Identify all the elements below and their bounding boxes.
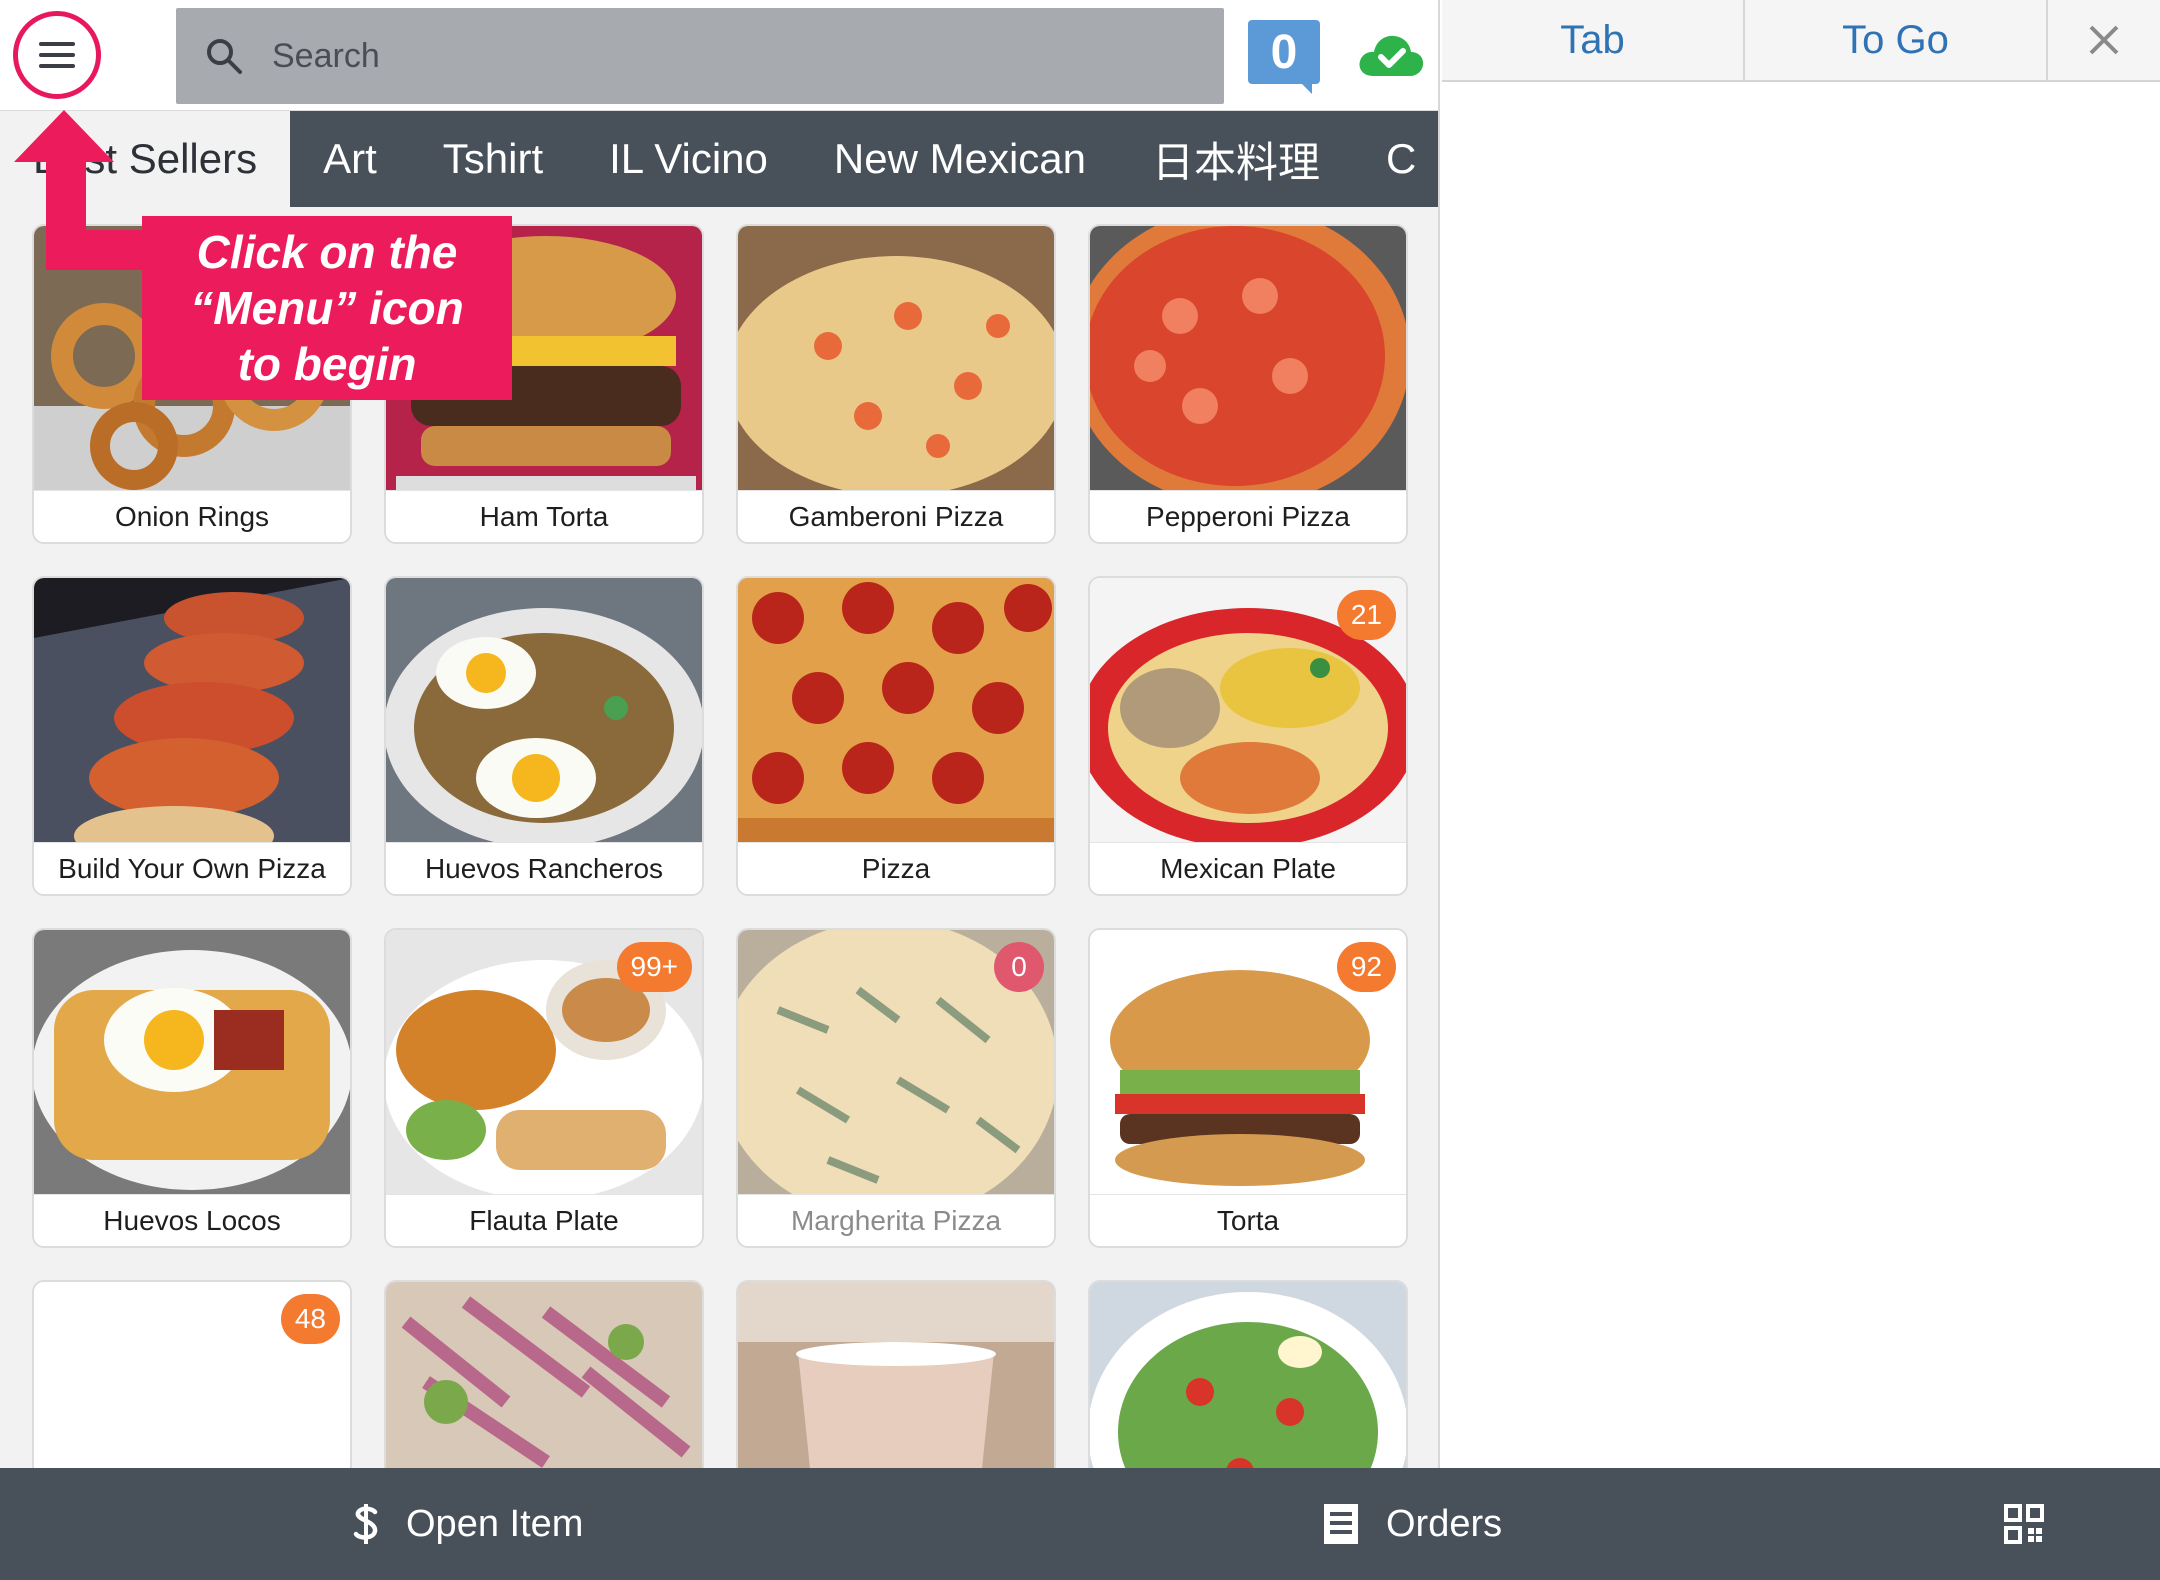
item-tile[interactable] [1088, 1280, 1408, 1468]
hamburger-menu-icon [39, 42, 75, 68]
cart-bubble-tail [1298, 80, 1312, 94]
tutorial-line: “Menu” icon [190, 282, 464, 334]
item-label: Huevos Locos [34, 1194, 350, 1246]
close-button[interactable] [2048, 0, 2160, 80]
order-panel: Tab To Go [1442, 0, 2160, 1468]
menu-pane: 0 Best Sellers Art Tshirt IL Vicino New … [0, 0, 1440, 1468]
receipt-icon [1322, 1502, 1360, 1546]
qr-code-button[interactable] [2004, 1468, 2070, 1580]
cart-count: 0 [1248, 20, 1320, 84]
menu-button[interactable] [13, 11, 101, 99]
item-label: Pepperoni Pizza [1090, 490, 1406, 542]
tutorial-callout: Click on the “Menu” icon to begin [142, 216, 512, 400]
search-icon [176, 8, 272, 104]
item-tile[interactable]: Torta 92 [1088, 928, 1408, 1248]
item-label: Onion Rings [34, 490, 350, 542]
cart-button[interactable]: 0 [1248, 20, 1320, 94]
cloud-check-icon [1356, 28, 1426, 84]
item-photo [738, 578, 1054, 842]
search-input[interactable] [272, 8, 1224, 104]
tab-button[interactable]: Tab [1442, 0, 1745, 80]
qr-code-icon [2004, 1504, 2044, 1544]
item-photo [34, 578, 350, 866]
item-tile[interactable]: Flauta Plate 99+ [384, 928, 704, 1248]
stock-badge: 99+ [616, 942, 692, 992]
item-tile[interactable]: Mexican Plate 21 [1088, 576, 1408, 896]
close-icon [2089, 25, 2119, 55]
item-label: Gamberoni Pizza [738, 490, 1054, 542]
stock-badge: 21 [1336, 590, 1396, 640]
category-tabs: Best Sellers Art Tshirt IL Vicino New Me… [0, 111, 1438, 207]
tutorial-arrow-icon [14, 110, 150, 270]
item-label: Ham Torta [386, 490, 702, 542]
item-label: Flauta Plate [386, 1194, 702, 1246]
stock-badge: 48 [280, 1294, 340, 1344]
item-label: Huevos Rancheros [386, 842, 702, 894]
item-label: Torta [1090, 1194, 1406, 1246]
category-tab[interactable]: 日本料理 [1119, 111, 1353, 207]
stock-badge: 92 [1336, 942, 1396, 992]
stock-badge: 0 [994, 942, 1044, 992]
item-photo [386, 1282, 702, 1468]
category-tab[interactable]: New Mexican [801, 111, 1119, 207]
category-tab[interactable]: C [1353, 111, 1438, 207]
dollar-icon [352, 1502, 380, 1546]
open-item-button[interactable]: Open Item [352, 1468, 583, 1580]
bottom-bar: Open Item Orders [0, 1468, 2160, 1580]
item-tile[interactable]: 48 [32, 1280, 352, 1468]
item-photo [1090, 1282, 1406, 1468]
item-tile[interactable] [384, 1280, 704, 1468]
category-tab[interactable]: Tshirt [410, 111, 576, 207]
item-tile[interactable] [736, 1280, 1056, 1468]
pos-app: 0 Best Sellers Art Tshirt IL Vicino New … [0, 0, 2160, 1580]
order-type-tabs: Tab To Go [1442, 0, 2160, 82]
category-tab[interactable]: Art [290, 111, 410, 207]
item-label: Pizza [738, 842, 1054, 894]
item-label: Margherita Pizza [738, 1194, 1054, 1246]
item-tile[interactable]: Pizza [736, 576, 1056, 896]
item-tile[interactable]: Gamberoni Pizza [736, 224, 1056, 544]
item-photo [34, 930, 350, 1194]
item-photo [738, 1282, 1054, 1468]
item-tile[interactable]: Build Your Own Pizza [32, 576, 352, 896]
item-tile[interactable]: Huevos Rancheros [384, 576, 704, 896]
item-photo [1090, 226, 1406, 506]
top-bar: 0 [0, 0, 1438, 111]
item-photo [738, 226, 1054, 496]
item-tile[interactable]: Huevos Locos [32, 928, 352, 1248]
item-label: Mexican Plate [1090, 842, 1406, 894]
item-label: Build Your Own Pizza [34, 842, 350, 894]
item-photo [386, 578, 702, 848]
item-tile[interactable]: Margherita Pizza 0 [736, 928, 1056, 1248]
to-go-button[interactable]: To Go [1745, 0, 2048, 80]
tutorial-line: to begin [237, 338, 417, 390]
orders-label: Orders [1386, 1502, 1503, 1545]
orders-button[interactable]: Orders [1322, 1468, 1502, 1580]
search-bar[interactable] [176, 8, 1224, 104]
open-item-label: Open Item [406, 1502, 584, 1545]
item-tile[interactable]: Pepperoni Pizza [1088, 224, 1408, 544]
category-tab[interactable]: IL Vicino [576, 111, 801, 207]
tutorial-line: Click on the [196, 226, 458, 278]
